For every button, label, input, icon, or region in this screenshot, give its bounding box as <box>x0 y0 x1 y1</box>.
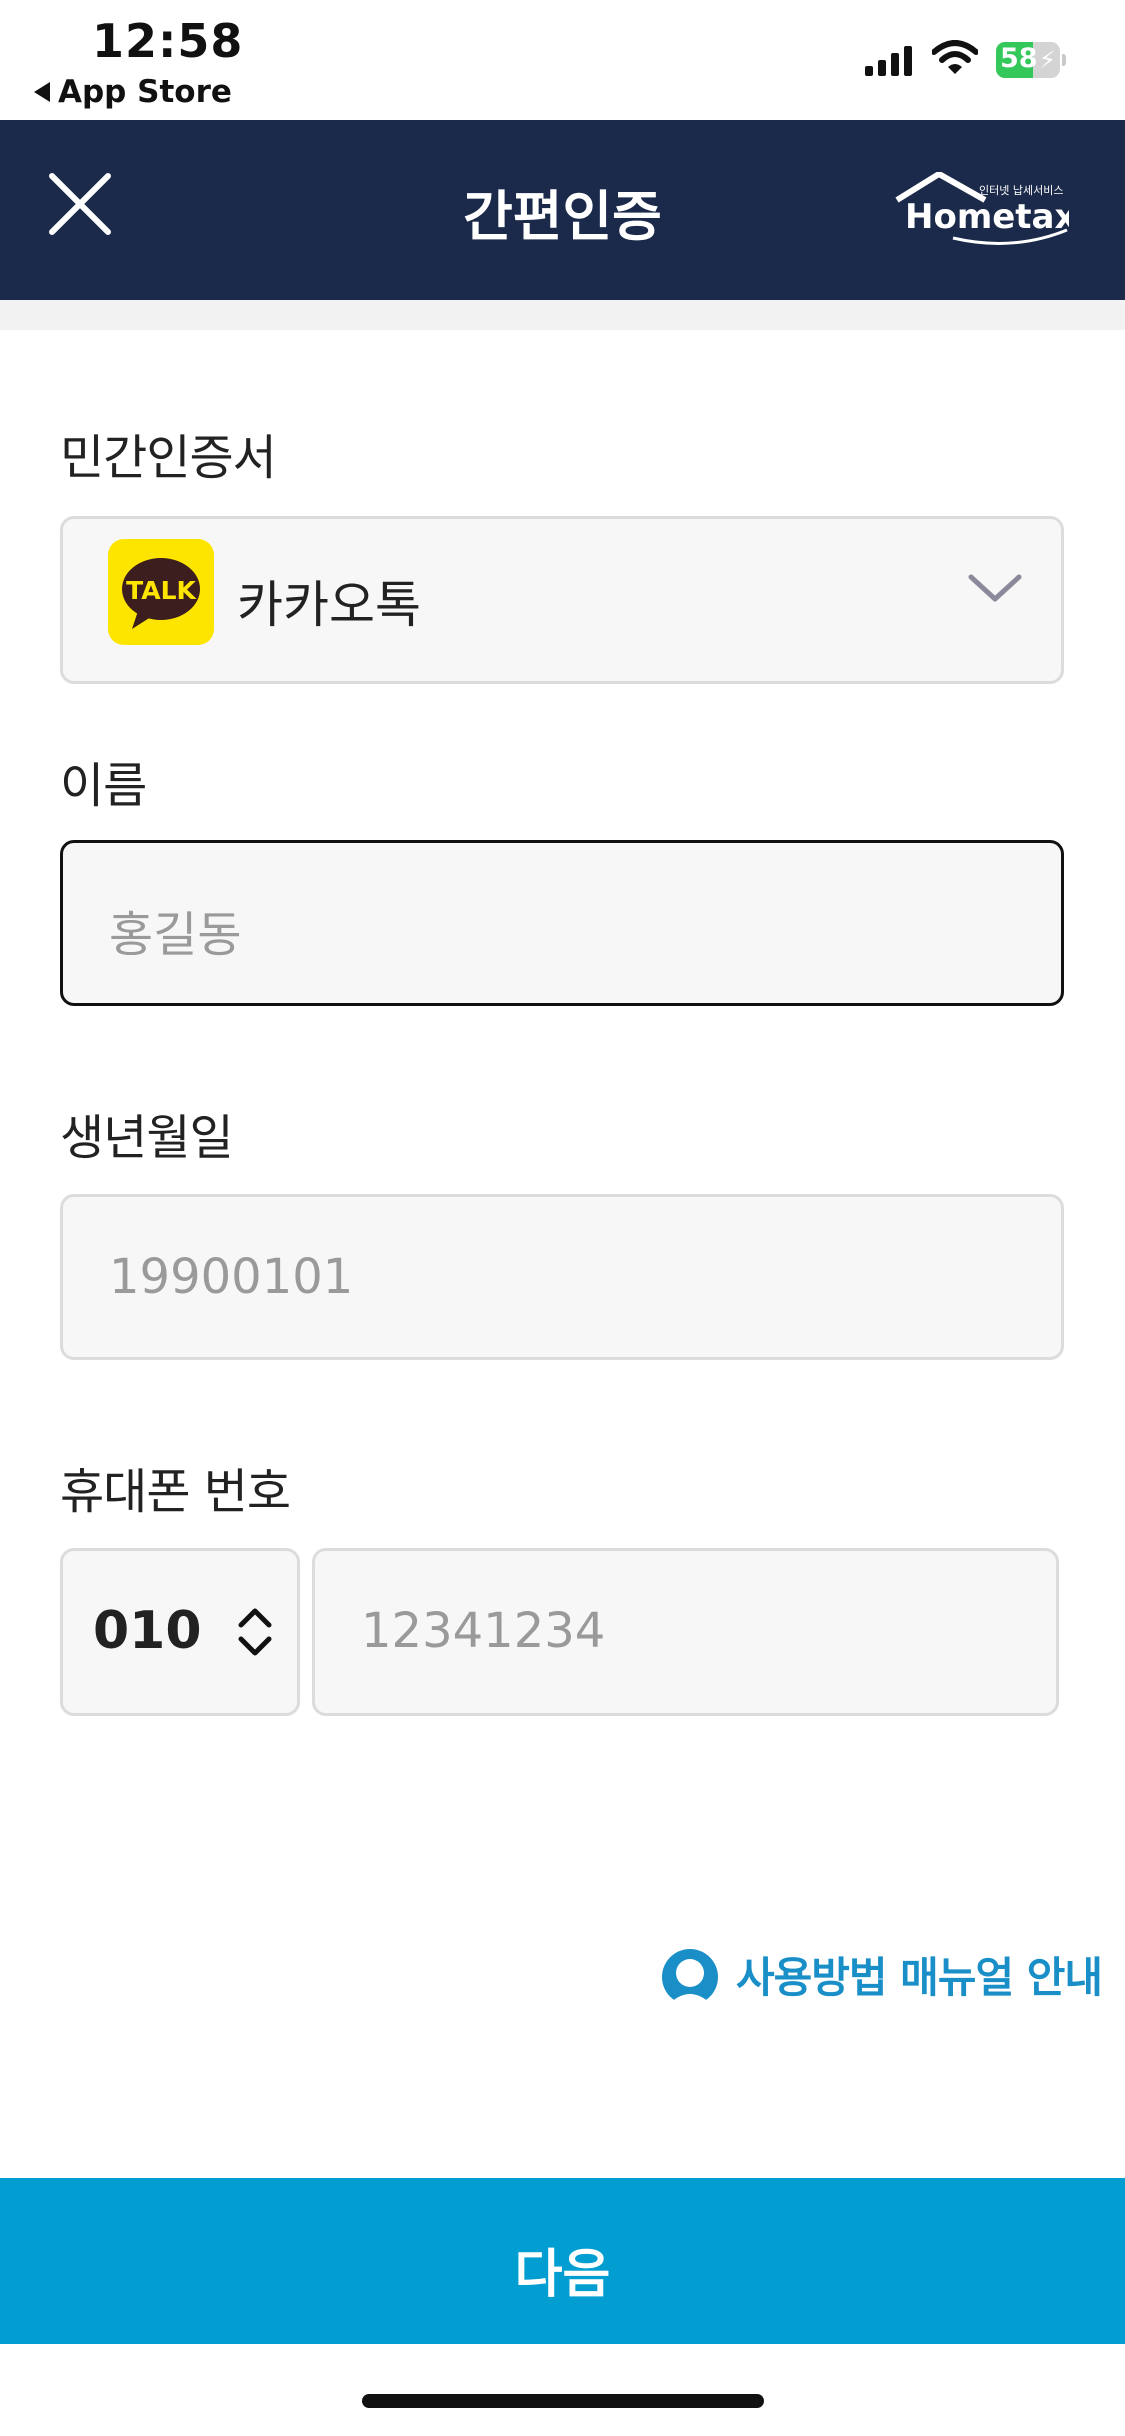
kakaotalk-icon-text: TALK <box>126 576 197 605</box>
signal-icon <box>865 46 912 76</box>
user-guide-icon <box>662 1948 718 2005</box>
selected-certificate: 카카오톡 <box>237 576 421 634</box>
manual-link-label: 사용방법 매뉴얼 안내 <box>736 1953 1103 2002</box>
birth-input[interactable]: 19900101 <box>60 1194 1064 1360</box>
name-label: 이름 <box>60 758 147 814</box>
phone-placeholder: 12341234 <box>361 1603 606 1659</box>
chevron-down-icon <box>968 574 1022 602</box>
app-header: 간편인증 인터넷 납세서비스 Hometax. <box>0 120 1125 300</box>
name-input[interactable]: 홍길동 <box>60 840 1064 1006</box>
battery-icon: 58 ⚡ <box>996 42 1066 78</box>
status-time: 12:58 <box>92 14 244 68</box>
next-button[interactable]: 다음 <box>0 2178 1125 2344</box>
phone-prefix-select[interactable]: 010 <box>60 1548 300 1716</box>
birth-label: 생년월일 <box>60 1110 234 1166</box>
back-app-label: App Store <box>58 74 232 110</box>
back-arrow-icon <box>34 82 50 102</box>
name-placeholder: 홍길동 <box>109 907 242 963</box>
birth-placeholder: 19900101 <box>109 1249 354 1305</box>
next-button-label: 다음 <box>514 2245 611 2305</box>
charging-bolt-icon: ⚡ <box>1039 46 1056 74</box>
logo-text: Hometax. <box>905 197 1069 237</box>
status-bar: 12:58 App Store 58 ⚡ <box>0 0 1125 120</box>
kakaotalk-icon: TALK <box>108 539 214 645</box>
wifi-icon <box>932 40 978 74</box>
hometax-logo: 인터넷 납세서비스 Hometax. <box>895 172 1069 245</box>
phone-number-input[interactable]: 12341234 <box>312 1548 1059 1716</box>
header-divider <box>0 300 1125 330</box>
logo-tagline: 인터넷 납세서비스 <box>979 184 1063 197</box>
phone-prefix-value: 010 <box>93 1601 202 1661</box>
manual-guide-link[interactable]: 사용방법 매뉴얼 안내 <box>656 1944 1103 2005</box>
back-to-app-store[interactable]: App Store <box>34 74 232 110</box>
home-indicator <box>362 2394 764 2408</box>
phone-label: 휴대폰 번호 <box>60 1464 291 1520</box>
certificate-select[interactable]: TALK 카카오톡 <box>60 516 1064 684</box>
certificate-label: 민간인증서 <box>60 430 277 486</box>
battery-percent: 58 <box>1000 43 1038 74</box>
updown-chevron-icon <box>238 1608 272 1656</box>
